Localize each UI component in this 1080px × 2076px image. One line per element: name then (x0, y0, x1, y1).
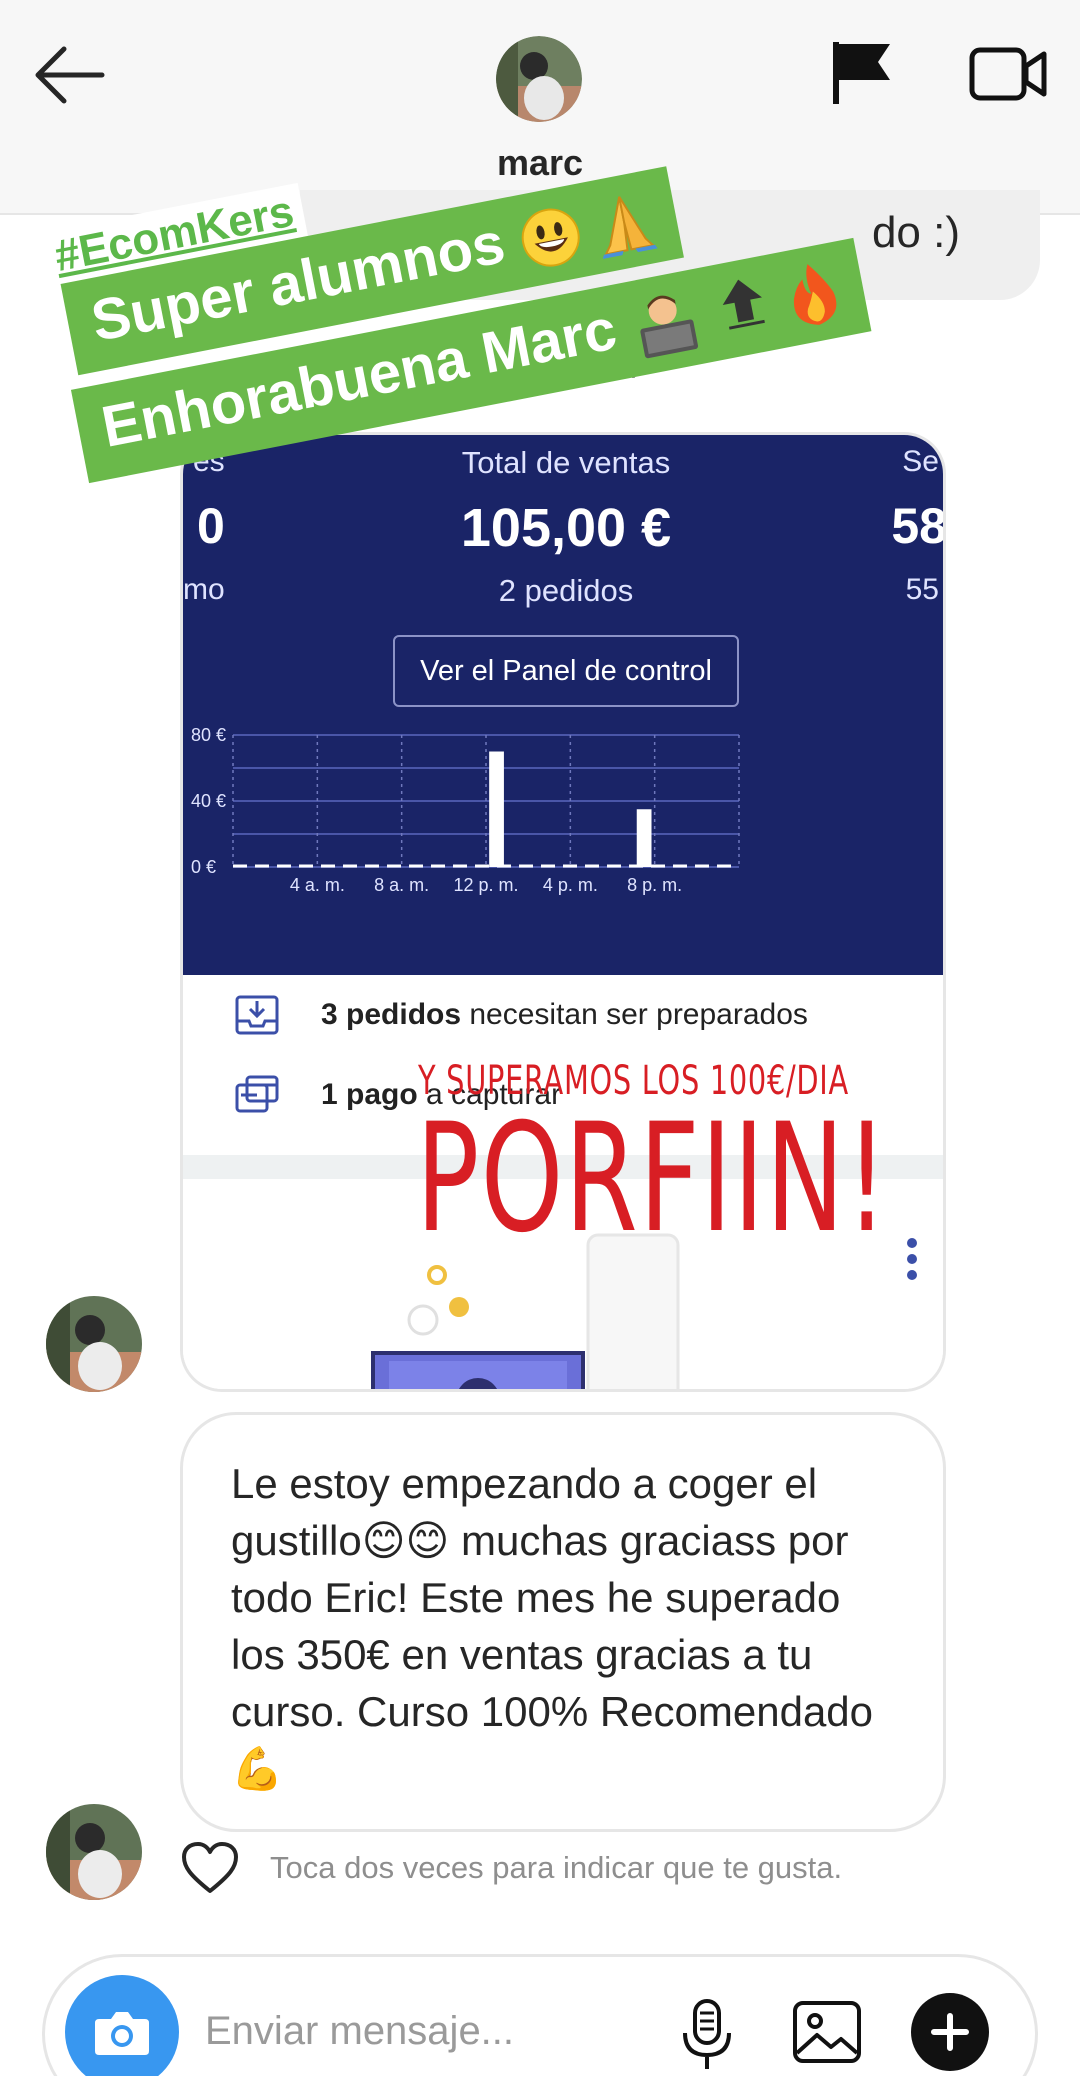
camera-icon (95, 2012, 149, 2055)
folded-hands-icon (602, 195, 658, 259)
chart-y-tick-label: 0 € (191, 857, 216, 877)
more-options-icon[interactable] (905, 1237, 919, 1281)
add-button[interactable] (911, 1993, 989, 2071)
chart-x-tick-label: 8 a. m. (374, 875, 429, 895)
chart-bar (636, 809, 652, 867)
top-arrow-icon (723, 279, 766, 330)
received-message-bubble[interactable]: Le estoy empezando a coger el gustillo😊😊… (180, 1412, 946, 1832)
right-stat-value: 58 (891, 498, 946, 554)
chart-bar (489, 751, 504, 867)
like-hint-text: Toca dos veces para indicar que te gusta… (270, 1850, 843, 1885)
contact-avatar[interactable] (496, 36, 582, 122)
gallery-icon[interactable] (791, 1999, 863, 2065)
fire-icon (793, 263, 836, 325)
right-stat-label: Se (902, 445, 939, 478)
heart-icon[interactable] (180, 1841, 240, 1895)
task-row-orders[interactable]: 3 pedidos necesitan ser preparados (233, 985, 808, 1045)
sender-avatar[interactable] (46, 1296, 142, 1392)
chart-x-tick-label: 4 a. m. (290, 875, 345, 895)
inbox-download-icon (235, 995, 279, 1035)
grinning-face-icon (521, 208, 580, 267)
sender-avatar[interactable] (46, 1804, 142, 1900)
camera-button[interactable] (65, 1975, 179, 2076)
view-dashboard-button[interactable]: Ver el Panel de control (393, 635, 739, 707)
chart-y-tick-label: 80 € (191, 725, 226, 745)
received-message-text: Le estoy empezando a coger el gustillo😊😊… (231, 1460, 874, 1792)
video-camera-icon[interactable] (968, 44, 1048, 104)
task-orders-text: 3 pedidos necesitan ser preparados (321, 998, 808, 1031)
overlay-exclamation: PORFIIN! (416, 1092, 890, 1266)
technologist-icon (640, 295, 699, 358)
chart-x-tick-label: 4 p. m. (543, 875, 598, 895)
chart-x-tick-label: 12 p. m. (453, 875, 518, 895)
right-stat-sub: 55 (905, 573, 939, 606)
plus-icon (931, 2013, 969, 2051)
like-hint-row: Toca dos veces para indicar que te gusta… (180, 1838, 842, 1898)
microphone-icon[interactable] (677, 1997, 737, 2073)
orders-count: 2 pedidos (498, 573, 634, 608)
hourly-sales-chart: 80 € 40 € 0 € 4 a. m. 8 a. m. 12 p. m. 4 p. m.… (191, 725, 740, 895)
message-input[interactable] (205, 2001, 685, 2061)
message-composer (42, 1954, 1038, 2076)
chart-y-tick-label: 40 € (191, 791, 226, 811)
arrow-left-icon[interactable] (30, 40, 110, 110)
sales-summary-panel: es 0 mo Total de ventas 105,00 € 2 pedid… (183, 435, 946, 975)
chart-x-tick-label: 8 p. m. (627, 875, 682, 895)
payment-cards-icon (235, 1075, 279, 1113)
